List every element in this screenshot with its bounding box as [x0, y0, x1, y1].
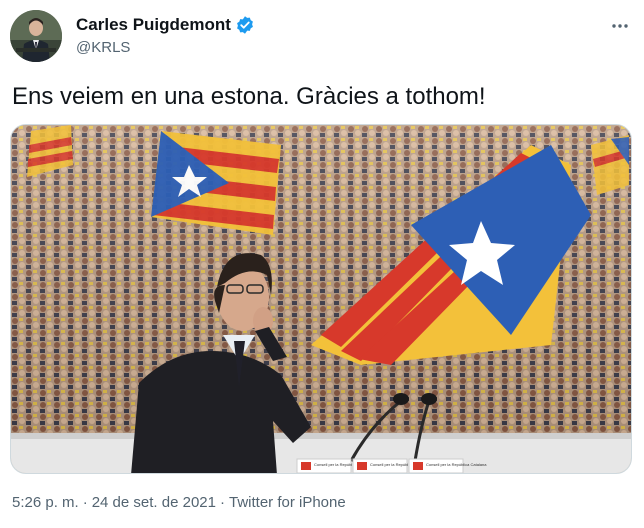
meta-separator: · — [219, 494, 225, 511]
podium-sign-3: Consell per la República Catalana — [426, 462, 487, 467]
tweet-meta: 5:26 p. m. · 24 de set. de 2021 · Twitter fo… — [12, 493, 346, 513]
tweet: Carles Puigdemont @KRLS Ens veiem en una… — [0, 0, 644, 528]
display-name[interactable]: Carles Puigdemont — [76, 14, 231, 36]
avatar-photo — [10, 10, 62, 62]
verified-badge-icon — [235, 15, 255, 35]
author-name-row: Carles Puigdemont — [76, 14, 255, 36]
avatar[interactable] — [10, 10, 62, 62]
tweet-source[interactable]: Twitter for iPhone — [229, 494, 346, 511]
tweet-timestamp[interactable]: 5:26 p. m. · 24 de set. de 2021 — [12, 494, 216, 511]
tweet-time: 5:26 p. m. — [12, 494, 79, 511]
tweet-date: 24 de set. de 2021 — [91, 494, 216, 511]
more-options-button[interactable] — [606, 12, 634, 40]
rally-photo: Consell per la República Catalana Consel… — [11, 125, 631, 473]
author-handle[interactable]: @KRLS — [76, 39, 130, 57]
tweet-media-photo[interactable]: Consell per la República Catalana Consel… — [10, 124, 632, 474]
tweet-text: Ens veiem en una estona. Gràcies a totho… — [12, 83, 486, 110]
more-options-icon — [612, 24, 628, 28]
meta-separator: · — [82, 494, 88, 511]
